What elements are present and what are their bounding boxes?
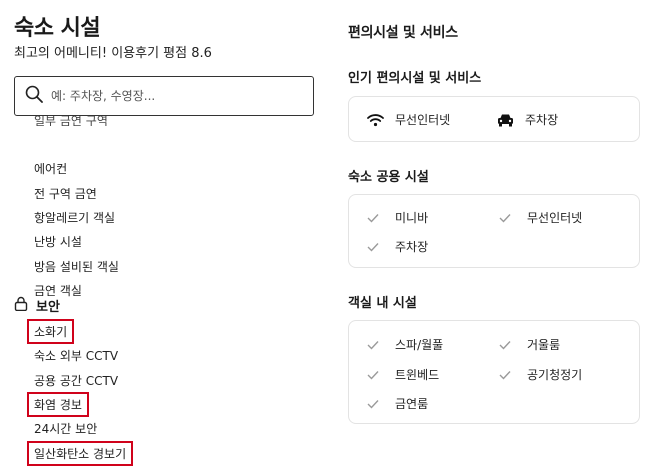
check-icon <box>367 340 385 350</box>
amenity-label: 주차장 <box>525 113 559 127</box>
list-item: 방음 설비된 객실 <box>34 260 119 274</box>
list-item: 화염 경보 <box>27 392 89 417</box>
amenity-item: 트윈베드 <box>367 366 439 383</box>
security-section-header: 보안 <box>14 296 60 315</box>
popular-amenities-card: 무선인터넷 주차장 <box>348 96 640 142</box>
amenity-item: 무선인터넷 <box>367 111 450 128</box>
room-facilities-card: 스파/월풀 거울룸 트윈베드 공기청정기 금연룸 <box>348 320 640 424</box>
list-item: 전 구역 금연 <box>34 187 97 201</box>
page-title: 숙소 시설 <box>14 16 101 41</box>
amenity-label: 무선인터넷 <box>395 113 451 127</box>
wifi-icon <box>367 113 385 127</box>
amenity-item: 주차장 <box>497 111 558 128</box>
amenity-label: 주차장 <box>395 240 429 254</box>
amenity-item: 공기청정기 <box>499 366 582 383</box>
rating-subtitle: 최고의 어메니티! 이용후기 평점 8.6 <box>14 46 212 61</box>
amenity-item: 무선인터넷 <box>499 209 582 226</box>
amenity-item: 미니바 <box>367 209 428 226</box>
check-icon <box>499 213 517 223</box>
amenities-panel: 편의시설 및 서비스 인기 편의시설 및 서비스 무선인터넷 주차장 숙소 공용… <box>348 0 648 474</box>
popular-amenities-title: 인기 편의시설 및 서비스 <box>348 71 482 86</box>
amenity-label: 공기청정기 <box>527 368 583 382</box>
amenity-item: 거울룸 <box>499 336 560 353</box>
amenities-title: 편의시설 및 서비스 <box>348 25 458 41</box>
amenity-label: 무선인터넷 <box>527 211 583 225</box>
facility-search[interactable] <box>14 76 314 116</box>
shared-facilities-card: 미니바 무선인터넷 주차장 <box>348 194 640 268</box>
room-facilities-title: 객실 내 시설 <box>348 296 417 311</box>
list-item: 숙소 외부 CCTV <box>34 349 119 363</box>
list-item: 24시간 보안 <box>34 422 98 436</box>
check-icon <box>367 242 385 252</box>
shared-facilities-title: 숙소 공용 시설 <box>348 170 429 185</box>
amenity-label: 금연룸 <box>395 397 429 411</box>
list-item: 에어컨 <box>34 162 68 176</box>
amenity-label: 트윈베드 <box>395 368 440 382</box>
amenity-label: 미니바 <box>395 211 429 225</box>
amenity-item: 스파/월풀 <box>367 336 443 353</box>
list-item: 일산화탄소 경보기 <box>27 441 134 466</box>
amenity-item: 주차장 <box>367 238 428 255</box>
amenity-label: 거울룸 <box>527 338 561 352</box>
search-input[interactable] <box>51 89 291 103</box>
amenity-item: 금연룸 <box>367 395 428 412</box>
check-icon <box>367 213 385 223</box>
check-icon <box>367 370 385 380</box>
lock-icon <box>14 296 28 315</box>
check-icon <box>499 340 517 350</box>
check-icon <box>499 370 517 380</box>
amenity-label: 스파/월풀 <box>395 338 444 352</box>
section-title: 보안 <box>36 300 60 315</box>
search-icon <box>25 85 43 107</box>
list-item: 항알레르기 객실 <box>34 211 116 225</box>
check-icon <box>367 399 385 409</box>
list-item: 난방 시설 <box>34 235 82 249</box>
facilities-panel: 숙소 시설 최고의 어메니티! 이용후기 평점 8.6 일부 금연 구역 에어컨… <box>0 0 330 474</box>
list-item: 공용 공간 CCTV <box>34 374 119 388</box>
car-icon <box>497 113 515 127</box>
list-item: 소화기 <box>27 319 75 344</box>
